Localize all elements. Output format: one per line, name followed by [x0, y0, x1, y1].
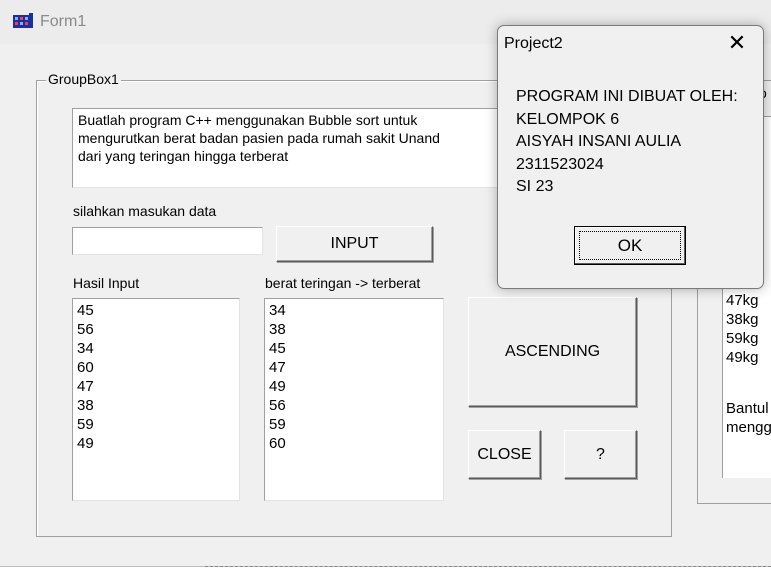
project2-message-dialog: Project2 ✕ PROGRAM INI DIBUAT OLEH: KELO… — [497, 25, 764, 289]
dialog-message: PROGRAM INI DIBUAT OLEH: KELOMPOK 6 AISY… — [516, 86, 738, 199]
sorted-label: berat teringan -> terberat — [265, 275, 421, 291]
input-button[interactable]: INPUT — [276, 226, 433, 262]
ascending-button[interactable]: ASCENDING — [468, 297, 637, 407]
input-label: silahkan masukan data — [73, 203, 217, 219]
memo-value: 47kg — [726, 292, 759, 309]
message-line: KELOMPOK 6 — [516, 110, 620, 128]
sorted-listbox[interactable]: 34 38 45 47 49 56 59 60 — [264, 298, 444, 501]
list-item[interactable]: 60 — [269, 434, 439, 453]
list-item[interactable]: 60 — [77, 358, 235, 377]
message-line: SI 23 — [516, 178, 554, 195]
memo-fragment: Bantul — [726, 400, 769, 417]
list-item[interactable]: 34 — [269, 301, 439, 320]
form1-title: Form1 — [40, 13, 87, 30]
list-item[interactable]: 47 — [269, 358, 439, 377]
list-item[interactable]: 38 — [269, 320, 439, 339]
list-item[interactable]: 45 — [269, 339, 439, 358]
list-item[interactable]: 47 — [77, 377, 235, 396]
ok-button[interactable]: OK — [574, 226, 686, 265]
memo-value: 59kg — [726, 330, 759, 347]
hasil-input-label: Hasil Input — [73, 275, 140, 291]
dialog-title: Project2 — [504, 35, 563, 52]
delphi-app-icon — [13, 13, 33, 28]
list-item[interactable]: 49 — [77, 434, 235, 453]
list-item[interactable]: 49 — [269, 377, 439, 396]
data-input-field[interactable] — [72, 227, 263, 255]
groupbox1-caption: GroupBox1 — [46, 71, 121, 87]
help-button[interactable]: ? — [564, 430, 637, 479]
problem-memo[interactable]: Buatlah program C++ menggunakan Bubble s… — [72, 108, 498, 188]
list-item[interactable]: 56 — [269, 396, 439, 415]
memo-line: dari yang teringan hingga terberat — [78, 148, 289, 164]
list-item[interactable]: 59 — [269, 415, 439, 434]
list-item[interactable]: 56 — [77, 320, 235, 339]
memo-value: 49kg — [726, 349, 759, 366]
close-icon[interactable]: ✕ — [720, 28, 754, 58]
list-item[interactable]: 59 — [77, 415, 235, 434]
list-item[interactable]: 38 — [77, 396, 235, 415]
window-bottom-edge — [205, 566, 771, 570]
list-item[interactable]: 34 — [77, 339, 235, 358]
memo-value: 38kg — [726, 311, 759, 328]
ok-button-label: OK — [617, 235, 643, 255]
memo-fragment: mengg — [726, 419, 771, 436]
close-button[interactable]: CLOSE — [468, 430, 541, 479]
hasil-input-listbox[interactable]: 45 56 34 60 47 38 59 49 — [72, 298, 240, 501]
list-item[interactable]: 45 — [77, 301, 235, 320]
memo-line: mengurutkan berat badan pasien pada ruma… — [78, 130, 440, 146]
message-line: PROGRAM INI DIBUAT OLEH: — [516, 88, 738, 105]
message-line: 2311523024 — [516, 155, 604, 173]
message-line: AISYAH INSANI AULIA — [516, 133, 682, 150]
memo-line: Buatlah program C++ menggunakan Bubble s… — [78, 112, 418, 128]
